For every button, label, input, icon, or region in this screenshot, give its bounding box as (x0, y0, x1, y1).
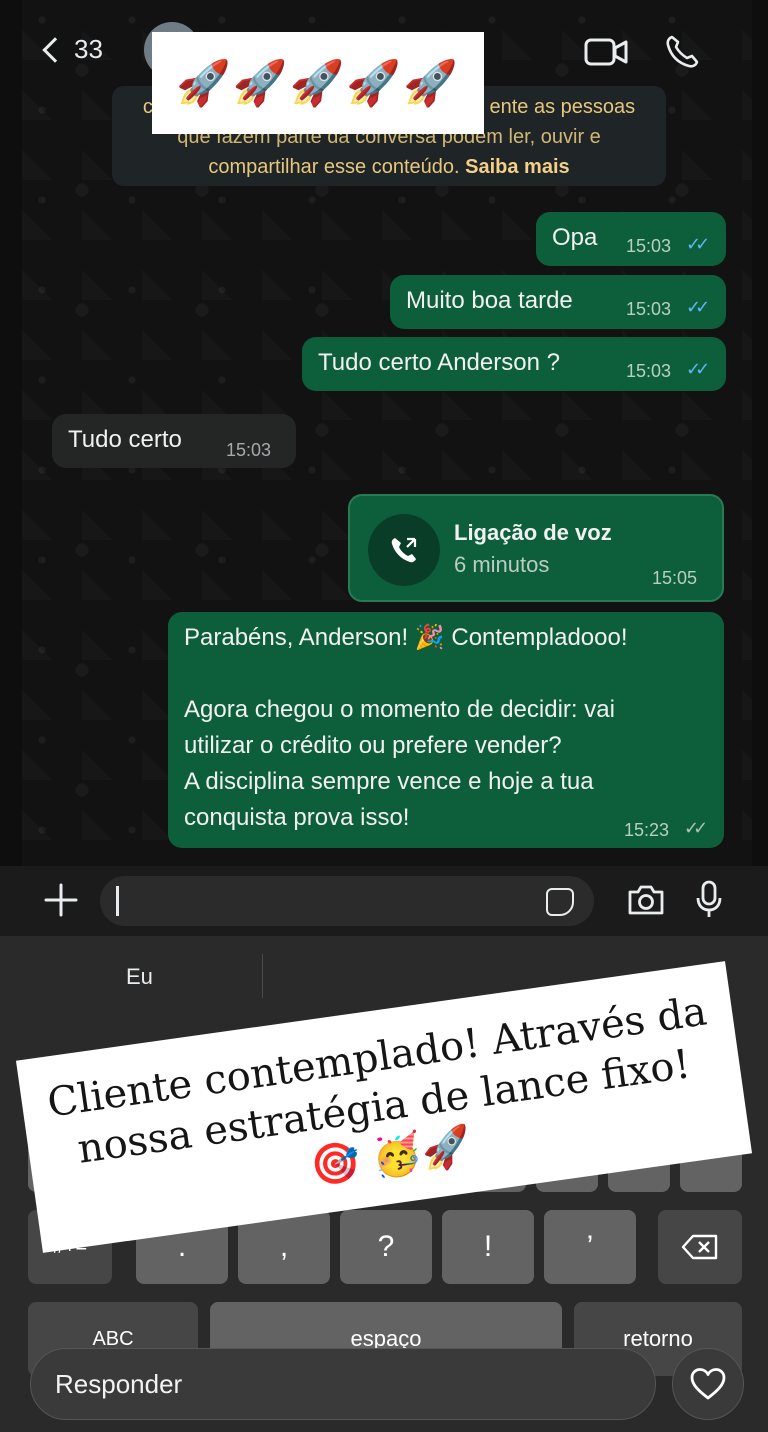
sticker-icon[interactable] (546, 888, 574, 916)
message-time: 15:23 (624, 820, 670, 840)
message-bubble-outgoing[interactable]: Muito boa tarde 15:03 ✓✓ (390, 275, 726, 329)
message-time: 15:03 (626, 361, 672, 381)
read-ticks-icon: ✓✓ (686, 359, 710, 379)
like-button[interactable] (672, 1348, 744, 1420)
notice-line-1-end: ente as pessoas (489, 96, 636, 118)
call-title: Ligação de voz (454, 520, 612, 545)
video-call-icon[interactable] (584, 38, 628, 66)
learn-more-link[interactable]: Saiba mais (465, 156, 570, 178)
notice-line-3-text: compartilhar esse conteúdo. (208, 156, 460, 178)
message-bubble-outgoing[interactable]: Parabéns, Anderson! 🎉 Contempladooo! Ago… (168, 612, 724, 848)
suggestion-divider (262, 954, 263, 998)
message-input[interactable] (100, 876, 594, 926)
call-time: 15:05 (652, 568, 698, 588)
reply-placeholder: Responder (55, 1369, 183, 1399)
read-ticks-icon: ✓✓ (686, 234, 710, 254)
message-time: 15:03 (626, 236, 672, 256)
message-time: 15:03 (226, 440, 272, 460)
key-exclamation[interactable]: ! (442, 1210, 534, 1284)
back-button[interactable]: 33 (40, 34, 103, 65)
backspace-icon (681, 1234, 718, 1260)
plus-icon[interactable] (44, 883, 78, 917)
phone-icon[interactable] (664, 34, 700, 70)
call-duration: 6 minutos (454, 552, 550, 577)
screen: 33 crente as pessoas que fazem parte da … (0, 0, 768, 1432)
notice-line-3: compartilhar esse conteúdo. Saiba mais (126, 152, 652, 182)
rocket-sticker: 🚀🚀🚀🚀🚀 (152, 32, 484, 134)
message-bubble-outgoing[interactable]: Tudo certo Anderson ? 15:03 ✓✓ (302, 337, 726, 391)
message-text: Tudo certo Anderson ? (318, 349, 560, 376)
delivered-ticks-icon: ✓✓ (684, 818, 708, 838)
message-bubble-incoming[interactable]: Tudo certo 15:03 (52, 414, 296, 468)
keyboard-suggestion[interactable]: Eu (126, 964, 153, 990)
message-text: Parabéns, Anderson! 🎉 Contempladooo! Ago… (184, 624, 628, 831)
message-bubble-outgoing[interactable]: Opa 15:03 ✓✓ (536, 212, 726, 266)
message-time: 15:03 (626, 299, 672, 319)
unread-count: 33 (74, 34, 103, 64)
camera-icon[interactable] (626, 884, 666, 916)
message-text: Muito boa tarde (406, 287, 573, 314)
message-input-bar (0, 866, 768, 936)
message-text: Tudo certo (68, 426, 182, 453)
message-text: Opa (552, 224, 598, 251)
microphone-icon[interactable] (696, 880, 722, 920)
key-question[interactable]: ? (340, 1210, 432, 1284)
key-backspace[interactable] (658, 1210, 742, 1284)
call-circle (368, 514, 440, 586)
phone-callback-icon (391, 537, 417, 563)
key-apostrophe[interactable]: ’ (544, 1210, 636, 1284)
heart-icon (690, 1368, 726, 1400)
voice-call-bubble[interactable]: Ligação de voz 6 minutos 15:05 (348, 494, 724, 602)
chevron-left-icon (42, 36, 68, 63)
text-cursor (116, 886, 119, 916)
reply-input[interactable]: Responder (30, 1348, 656, 1420)
read-ticks-icon: ✓✓ (686, 297, 710, 317)
